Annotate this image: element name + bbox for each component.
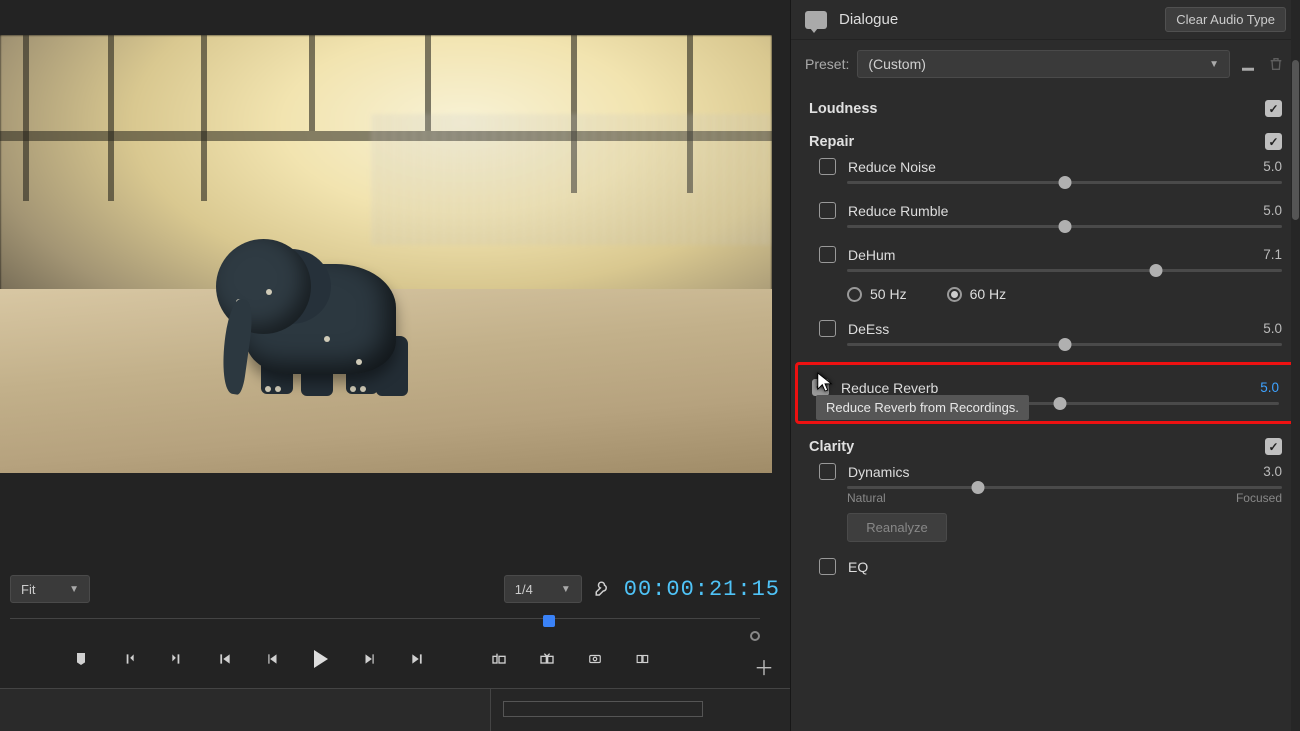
clarity-section-title[interactable]: Clarity <box>809 439 1265 455</box>
clarity-toggle[interactable] <box>1265 438 1282 455</box>
panel-title: Dialogue <box>839 11 1165 28</box>
deess-slider[interactable] <box>847 343 1282 346</box>
program-monitor: Fit ▼ 1/4 ▼ 00:00:21:15 <box>0 0 790 731</box>
playhead[interactable] <box>543 615 555 627</box>
export-frame-button[interactable] <box>584 648 606 670</box>
save-preset-icon[interactable] <box>1238 54 1258 74</box>
step-back-button[interactable] <box>262 648 284 670</box>
eq-checkbox[interactable] <box>819 558 836 575</box>
reduce-reverb-value[interactable]: 5.0 <box>1260 380 1279 395</box>
reduce-reverb-tooltip: Reduce Reverb from Recordings. <box>816 395 1029 420</box>
play-button[interactable] <box>310 648 332 670</box>
dynamics-max-label: Focused <box>1236 491 1282 505</box>
scrollbar-thumb[interactable] <box>1292 60 1299 220</box>
dehum-50hz-radio[interactable]: 50 Hz <box>847 286 907 302</box>
reduce-rumble-slider[interactable] <box>847 225 1282 228</box>
marker-button[interactable] <box>70 648 92 670</box>
dynamics-slider[interactable] <box>847 486 1282 489</box>
dehum-checkbox[interactable] <box>819 246 836 263</box>
timecode-display[interactable]: 00:00:21:15 <box>624 577 780 602</box>
reduce-rumble-label: Reduce Rumble <box>848 203 1263 219</box>
reduce-reverb-highlight: Reduce Reverb 5.0 Reduce Reverb from Rec… <box>795 362 1296 424</box>
comparison-view-button[interactable] <box>632 648 654 670</box>
fit-label: Fit <box>21 582 35 597</box>
timeline-end-marker <box>750 631 760 641</box>
reduce-rumble-checkbox[interactable] <box>819 202 836 219</box>
deess-checkbox[interactable] <box>819 320 836 337</box>
overwrite-button[interactable] <box>536 648 558 670</box>
dynamics-checkbox[interactable] <box>819 463 836 480</box>
preset-label: Preset: <box>805 56 849 72</box>
repair-toggle[interactable] <box>1265 133 1282 150</box>
deess-value[interactable]: 5.0 <box>1263 321 1282 336</box>
timeline-ruler[interactable] <box>10 618 760 636</box>
chevron-down-icon: ▼ <box>561 584 571 595</box>
dynamics-label: Dynamics <box>848 464 1263 480</box>
reduce-noise-label: Reduce Noise <box>848 159 1263 175</box>
out-point-button[interactable] <box>166 648 188 670</box>
preset-value: (Custom) <box>868 56 926 72</box>
dehum-value[interactable]: 7.1 <box>1263 247 1282 262</box>
delete-preset-icon[interactable] <box>1266 54 1286 74</box>
reduce-reverb-label: Reduce Reverb <box>841 380 1260 396</box>
insert-button[interactable] <box>488 648 510 670</box>
dialogue-icon <box>805 11 827 29</box>
reanalyze-button[interactable]: Reanalyze <box>847 513 947 542</box>
deess-label: DeEss <box>848 321 1263 337</box>
dehum-slider[interactable] <box>847 269 1282 272</box>
reduce-reverb-checkbox[interactable] <box>812 379 829 396</box>
go-to-in-button[interactable] <box>214 648 236 670</box>
dynamics-min-label: Natural <box>847 491 886 505</box>
step-forward-button[interactable] <box>358 648 380 670</box>
reduce-noise-value[interactable]: 5.0 <box>1263 159 1282 174</box>
chevron-down-icon: ▼ <box>69 584 79 595</box>
reduce-rumble-value[interactable]: 5.0 <box>1263 203 1282 218</box>
zoom-label: 1/4 <box>515 582 533 597</box>
loudness-section-title[interactable]: Loudness <box>809 101 1265 117</box>
loudness-toggle[interactable] <box>1265 100 1282 117</box>
video-preview[interactable] <box>0 35 772 473</box>
fit-dropdown[interactable]: Fit ▼ <box>10 575 90 603</box>
repair-section-title[interactable]: Repair <box>809 134 1265 150</box>
go-to-out-button[interactable] <box>406 648 428 670</box>
reduce-noise-checkbox[interactable] <box>819 158 836 175</box>
button-editor-icon[interactable]: ＋ <box>754 652 774 681</box>
dehum-label: DeHum <box>848 247 1263 263</box>
panel-scrollbar[interactable] <box>1291 0 1300 731</box>
dynamics-value[interactable]: 3.0 <box>1263 464 1282 479</box>
reduce-noise-slider[interactable] <box>847 181 1282 184</box>
dehum-60hz-radio[interactable]: 60 Hz <box>947 286 1007 302</box>
clear-audio-type-button[interactable]: Clear Audio Type <box>1165 7 1286 32</box>
chevron-down-icon: ▼ <box>1209 59 1219 70</box>
eq-label: EQ <box>848 559 1282 575</box>
essential-sound-panel: Dialogue Clear Audio Type Preset: (Custo… <box>790 0 1300 731</box>
transport-controls <box>70 648 770 670</box>
in-point-button[interactable] <box>118 648 140 670</box>
wrench-icon[interactable] <box>592 578 614 600</box>
preset-dropdown[interactable]: (Custom) ▼ <box>857 50 1230 78</box>
zoom-dropdown[interactable]: 1/4 ▼ <box>504 575 582 603</box>
